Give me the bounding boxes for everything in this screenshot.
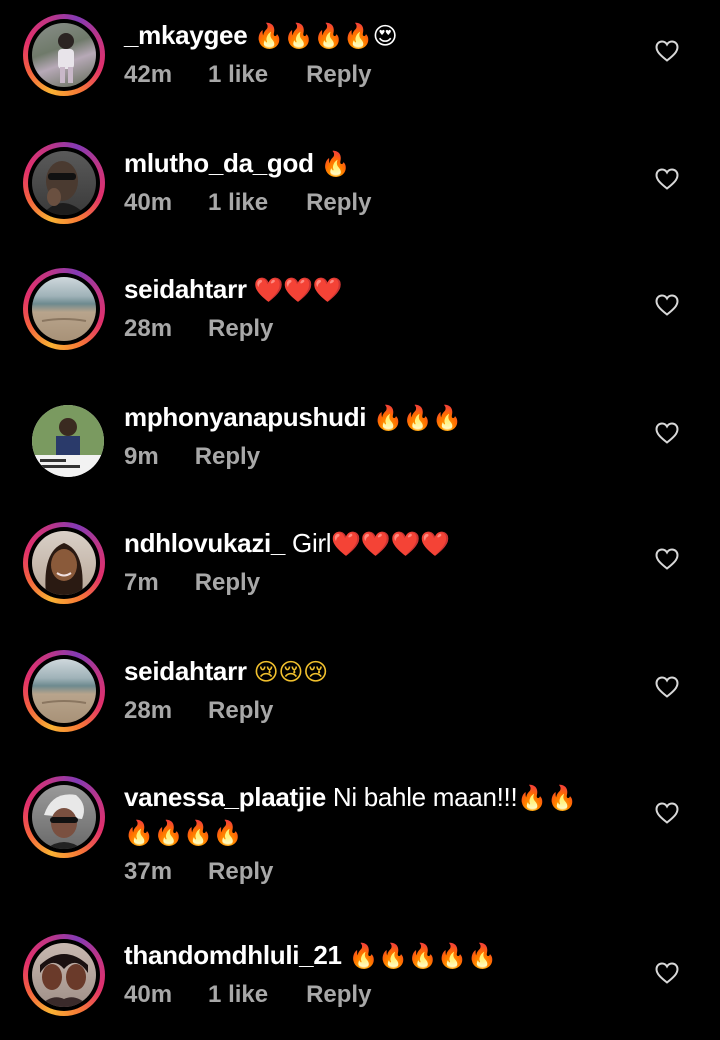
reply-button[interactable]: Reply bbox=[306, 189, 371, 217]
comment-emoji: ❤️❤️❤️ bbox=[253, 276, 343, 304]
heart-outline-icon[interactable] bbox=[655, 676, 679, 698]
avatar[interactable] bbox=[23, 934, 105, 1016]
comment-time: 28m bbox=[124, 315, 173, 342]
comment-username[interactable]: seidahtarr bbox=[124, 274, 247, 304]
reply-button[interactable]: Reply bbox=[208, 697, 273, 725]
comment-item: ndhlovukazi_ Girl❤️❤️❤️❤️ 7m Reply bbox=[0, 516, 720, 626]
comment-username[interactable]: thandomdhluli_21 bbox=[124, 940, 342, 970]
comment-username[interactable]: seidahtarr bbox=[124, 656, 247, 686]
avatar[interactable] bbox=[23, 650, 105, 732]
heart-outline-icon[interactable] bbox=[655, 168, 679, 190]
avatar[interactable] bbox=[23, 14, 105, 96]
comment-emoji: ❤️❤️❤️❤️ bbox=[331, 530, 450, 558]
comment-time: 40m bbox=[124, 189, 173, 216]
avatar[interactable] bbox=[23, 396, 105, 478]
comment-likes[interactable]: 1 like bbox=[208, 61, 268, 89]
avatar[interactable] bbox=[23, 142, 105, 224]
comment-item: seidahtarr ❤️❤️❤️ 28m Reply bbox=[0, 262, 720, 372]
comment-item: _mkaygee 🔥🔥🔥🔥😍 42m 1 like Reply bbox=[0, 8, 720, 118]
comment-time: 7m bbox=[124, 569, 159, 596]
comment-emoji: 🔥🔥🔥🔥🔥 bbox=[348, 942, 497, 970]
comment-likes[interactable]: 1 like bbox=[208, 981, 268, 1009]
comment-item: vanessa_plaatjie Ni bahle maan!!!🔥🔥 🔥🔥🔥🔥… bbox=[0, 770, 720, 920]
comment-emoji: 😢😢😢 bbox=[253, 658, 328, 686]
comment-item: seidahtarr 😢😢😢 28m Reply bbox=[0, 644, 720, 754]
comment-time: 42m bbox=[124, 61, 173, 88]
reply-button[interactable]: Reply bbox=[195, 569, 260, 597]
avatar[interactable] bbox=[23, 522, 105, 604]
heart-outline-icon[interactable] bbox=[655, 294, 679, 316]
comment-emoji: 🔥🔥🔥🔥 bbox=[124, 819, 243, 847]
reply-button[interactable]: Reply bbox=[306, 981, 371, 1009]
comment-username[interactable]: mphonyanapushudi bbox=[124, 402, 367, 432]
reply-button[interactable]: Reply bbox=[208, 858, 273, 886]
comment-time: 9m bbox=[124, 443, 159, 470]
reply-button[interactable]: Reply bbox=[306, 61, 371, 89]
heart-outline-icon[interactable] bbox=[655, 962, 679, 984]
comment-time: 37m bbox=[124, 858, 173, 885]
avatar[interactable] bbox=[23, 268, 105, 350]
heart-outline-icon[interactable] bbox=[655, 802, 679, 824]
heart-outline-icon[interactable] bbox=[655, 548, 679, 570]
comment-item: mphonyanapushudi 🔥🔥🔥 9m Reply bbox=[0, 390, 720, 500]
comment-time: 40m bbox=[124, 981, 173, 1008]
reply-button[interactable]: Reply bbox=[195, 443, 260, 471]
heart-outline-icon[interactable] bbox=[655, 422, 679, 444]
comment-emoji: 🔥🔥🔥🔥😍 bbox=[254, 22, 398, 50]
reply-button[interactable]: Reply bbox=[208, 315, 273, 343]
comment-username[interactable]: ndhlovukazi_ bbox=[124, 528, 285, 558]
comment-emoji: 🔥🔥🔥 bbox=[373, 404, 462, 432]
comment-emoji: 🔥 bbox=[320, 150, 351, 178]
comment-text: Girl bbox=[292, 528, 332, 558]
comment-username[interactable]: mlutho_da_god bbox=[124, 148, 314, 178]
comment-likes[interactable]: 1 like bbox=[208, 189, 268, 217]
heart-outline-icon[interactable] bbox=[655, 40, 679, 62]
comment-text: Ni bahle maan!!! bbox=[332, 782, 518, 812]
comment-item: thandomdhluli_21 🔥🔥🔥🔥🔥 40m 1 like Reply bbox=[0, 932, 720, 1040]
comment-username[interactable]: vanessa_plaatjie bbox=[124, 782, 326, 812]
comment-emoji: 🔥🔥 bbox=[517, 784, 577, 812]
comment-item: mlutho_da_god 🔥 40m 1 like Reply bbox=[0, 136, 720, 246]
avatar[interactable] bbox=[23, 776, 105, 858]
comment-time: 28m bbox=[124, 697, 173, 724]
comment-username[interactable]: _mkaygee bbox=[124, 20, 248, 50]
